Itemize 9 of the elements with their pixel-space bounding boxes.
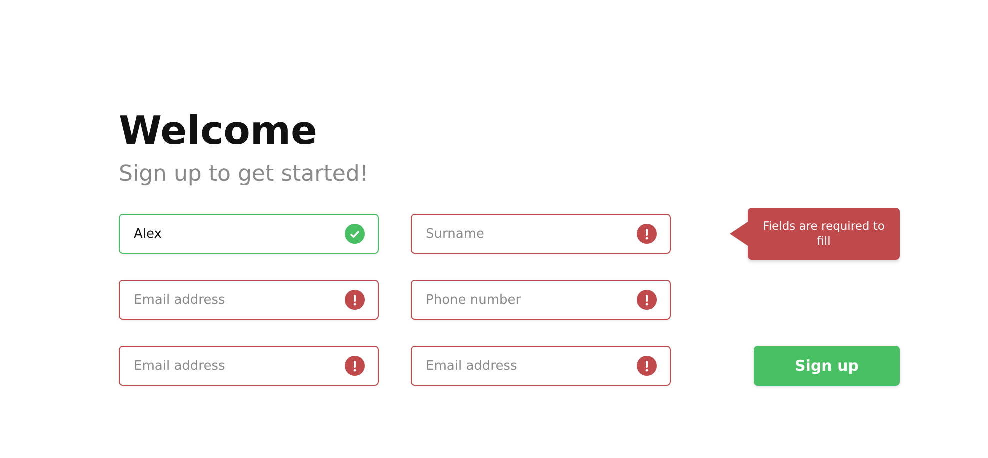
input-field[interactable]: Alex [119, 214, 379, 254]
tooltip-arrow [730, 222, 748, 246]
page-subtitle: Sign up to get started! [119, 161, 370, 189]
page-title: Welcome [119, 108, 318, 156]
input-field[interactable]: Email address [119, 280, 379, 320]
input-field[interactable]: Surname [411, 214, 671, 254]
input-field[interactable]: Email address [411, 346, 671, 386]
input-field[interactable]: Email address [119, 346, 379, 386]
input-field[interactable]: Phone number [411, 280, 671, 320]
